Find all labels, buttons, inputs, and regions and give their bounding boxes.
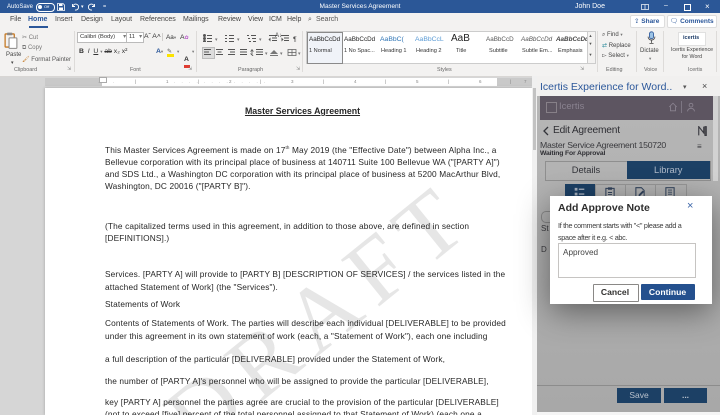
svg-text:¶: ¶ xyxy=(293,37,297,43)
svg-text:▾: ▾ xyxy=(237,37,240,42)
svg-text:▾: ▾ xyxy=(265,51,268,56)
svg-text:▾: ▾ xyxy=(280,51,283,56)
svg-text:▾: ▾ xyxy=(298,51,301,56)
svg-text:▾: ▾ xyxy=(215,37,218,42)
svg-text:▾: ▾ xyxy=(259,37,262,42)
